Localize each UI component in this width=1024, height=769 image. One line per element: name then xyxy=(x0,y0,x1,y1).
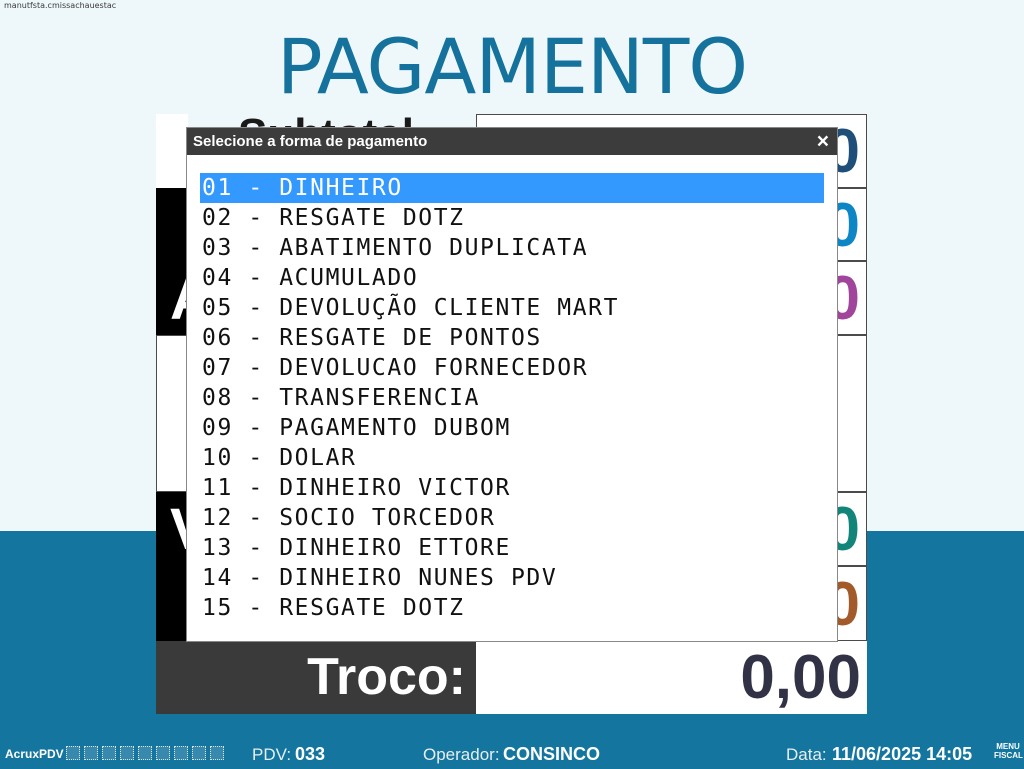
printer-icon xyxy=(102,746,116,760)
shield-icon xyxy=(156,746,170,760)
summary-blank-left xyxy=(156,335,188,492)
payment-option[interactable]: 11 - DINHEIRO VICTOR xyxy=(200,473,824,503)
payment-option[interactable]: 09 - PAGAMENTO DUBOM xyxy=(200,413,824,443)
data-label: Data: xyxy=(786,745,827,764)
menu-fiscal-button[interactable]: MENU FISCAL xyxy=(994,742,1023,760)
payment-option[interactable]: 04 - ACUMULADO xyxy=(200,263,824,293)
payment-option[interactable]: 02 - RESGATE DOTZ xyxy=(200,203,824,233)
status-app-name: AcruxPDV xyxy=(5,747,64,761)
page-title: PAGAMENTO xyxy=(276,22,748,111)
data-value: 11/06/2025 14:05 xyxy=(832,744,973,764)
payment-option[interactable]: 10 - DOLAR xyxy=(200,443,824,473)
pdv-label: PDV: xyxy=(252,745,292,764)
status-bar: AcruxPDV PDV: 033 Operador: CONSINCO Dat… xyxy=(0,740,1024,769)
top-caption: manutfsta.cmissachauestac xyxy=(4,1,117,10)
close-icon[interactable]: × xyxy=(817,128,829,155)
troco-label: Troco: xyxy=(156,641,476,714)
troco-value: 0,00 xyxy=(476,641,867,714)
computer-icon xyxy=(84,746,98,760)
summary-row-5-label xyxy=(156,566,188,641)
operador-value: CONSINCO xyxy=(503,744,601,764)
server-icon xyxy=(210,746,224,760)
drawer-icon xyxy=(192,746,206,760)
subtotal-label-cell xyxy=(156,114,188,188)
summary-row-2-label xyxy=(156,188,188,261)
payment-option[interactable]: 06 - RESGATE DE PONTOS xyxy=(200,323,824,353)
dialog-titlebar: Selecione a forma de pagamento × xyxy=(187,128,837,155)
payment-option[interactable]: 14 - DINHEIRO NUNES PDV xyxy=(200,563,824,593)
status-icons xyxy=(66,746,224,760)
payment-option[interactable]: 05 - DEVOLUÇÃO CLIENTE MART xyxy=(200,293,824,323)
payment-option[interactable]: 01 - DINHEIRO xyxy=(200,173,824,203)
payment-option[interactable]: 13 - DINHEIRO ETTORE xyxy=(200,533,824,563)
payment-option[interactable]: 03 - ABATIMENTO DUPLICATA xyxy=(200,233,824,263)
scale-icon xyxy=(174,746,188,760)
payment-method-list: 01 - DINHEIRO 02 - RESGATE DOTZ 03 - ABATI… xyxy=(200,173,824,623)
network-icon xyxy=(66,746,80,760)
payment-option[interactable]: 08 - TRANSFERENCIA xyxy=(200,383,824,413)
payment-option[interactable]: 07 - DEVOLUCAO FORNECEDOR xyxy=(200,353,824,383)
pdv-value: 033 xyxy=(295,744,326,764)
payment-option[interactable]: 12 - SOCIO TORCEDOR xyxy=(200,503,824,533)
payment-method-dialog: Selecione a forma de pagamento × 01 - DI… xyxy=(187,128,837,641)
dialog-title: Selecione a forma de pagamento xyxy=(193,133,428,150)
payment-option[interactable]: 15 - RESGATE DOTZ xyxy=(200,593,824,623)
operador-label: Operador: xyxy=(423,745,500,764)
scanner-icon xyxy=(138,746,152,760)
keyboard-icon xyxy=(120,746,134,760)
